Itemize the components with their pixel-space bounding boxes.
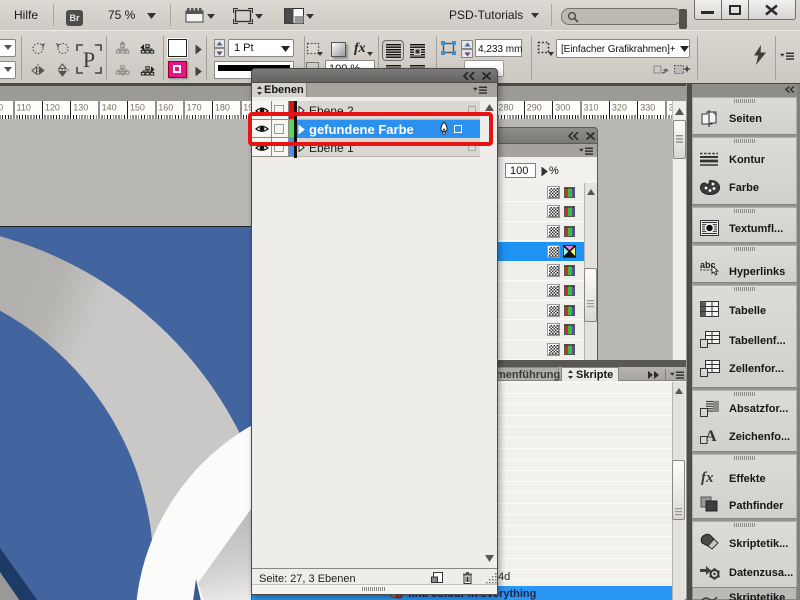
- svg-text:160: 160: [158, 103, 173, 113]
- svg-text:290: 290: [527, 103, 542, 113]
- svg-text:150: 150: [130, 103, 145, 113]
- svg-text:130: 130: [73, 103, 88, 113]
- svg-text:180: 180: [215, 103, 230, 113]
- svg-text:110: 110: [17, 103, 31, 113]
- svg-text:120: 120: [45, 103, 60, 113]
- svg-text:310: 310: [584, 103, 599, 113]
- svg-text:fx: fx: [701, 470, 714, 485]
- svg-text:170: 170: [187, 103, 202, 113]
- svg-text:280: 280: [499, 103, 514, 113]
- svg-text:330: 330: [640, 103, 655, 113]
- svg-text:P: P: [83, 47, 95, 72]
- svg-text:100: 100: [0, 103, 3, 113]
- svg-text:140: 140: [102, 103, 117, 113]
- svg-text:320: 320: [612, 103, 627, 113]
- svg-text:300: 300: [555, 103, 570, 113]
